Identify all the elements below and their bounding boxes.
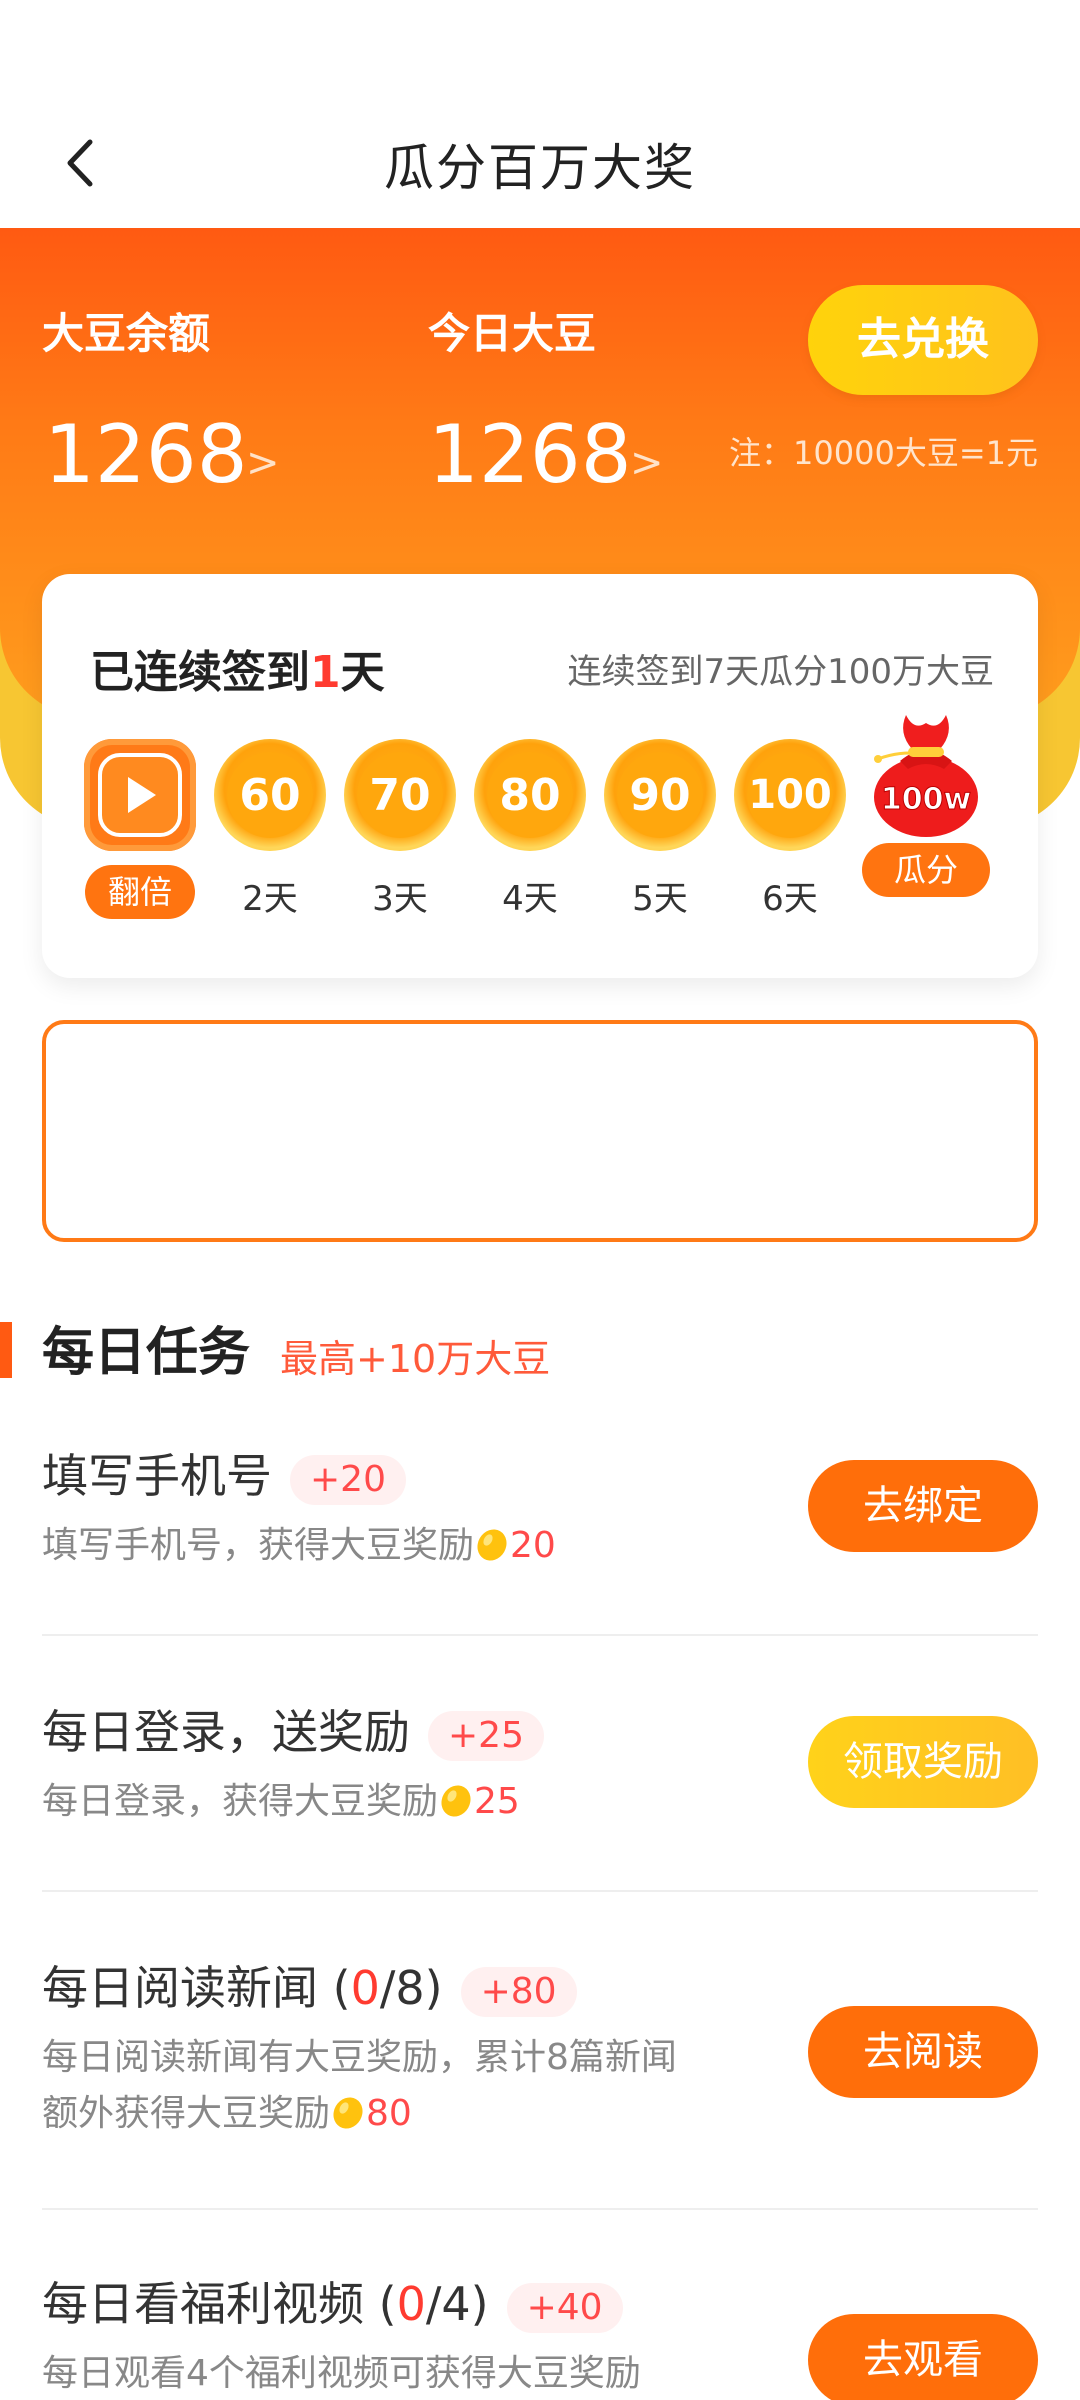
watch-video-button[interactable]: 去观看 — [808, 2314, 1038, 2400]
task-reward: 20 — [510, 1525, 556, 1566]
signin-day-5: 90 5天 — [604, 739, 716, 920]
task-item: 每日看福利视频 (0/4) +40 每日观看4个福利视频可获得大豆奖励 去观看 — [42, 2268, 1038, 2400]
coin-value: 90 — [629, 769, 691, 821]
tasks-heading: 每日任务 — [42, 1323, 251, 1383]
task-description-text: 额外获得大豆奖励 — [42, 2093, 331, 2134]
task-item: 填写手机号 +20 填写手机号，获得大豆奖励 20 去绑定 — [42, 1440, 1038, 1600]
tasks-subheading: 最高+10万大豆 — [280, 1337, 551, 1381]
coin-icon: 70 — [344, 739, 456, 851]
day-label: 4天 — [502, 879, 558, 919]
coin-icon: 80 — [474, 739, 586, 851]
task-progress: 0 — [396, 2277, 426, 2331]
signin-day-7[interactable]: 100w 瓜分 — [860, 715, 992, 897]
task-progress: 0 — [350, 1961, 380, 2015]
coin-value: 60 — [239, 769, 301, 821]
page-title: 瓜分百万大奖 — [384, 139, 696, 197]
balance-today-arrow[interactable]: > — [630, 440, 664, 486]
task-badge: +40 — [506, 2282, 623, 2333]
task-title-text: 每日登录，送奖励 — [42, 1705, 410, 1759]
exchange-button[interactable]: 去兑换 — [808, 285, 1038, 395]
signin-day-6: 100 6天 — [734, 739, 846, 920]
signin-title-suffix: 天 — [340, 647, 385, 698]
task-item: 每日阅读新闻 (0/8) +80 每日阅读新闻有大豆奖励，累计8篇新闻 额外获得大… — [42, 1952, 1038, 2152]
task-description-line2: 额外获得大豆奖励 80 — [42, 2086, 677, 2142]
divider — [42, 1890, 1038, 1892]
ad-banner[interactable] — [42, 1020, 1038, 1242]
balance-today-label: 今日大豆 — [428, 309, 597, 358]
double-label[interactable]: 翻倍 — [85, 865, 195, 919]
task-description: 每日登录，获得大豆奖励 25 — [42, 1774, 520, 1830]
divider — [42, 1634, 1038, 1636]
bind-phone-button[interactable]: 去绑定 — [808, 1460, 1038, 1552]
split-label[interactable]: 瓜分 — [862, 843, 990, 897]
section-accent-bar — [0, 1322, 12, 1378]
coin-value: 70 — [369, 769, 431, 821]
signin-day-double[interactable]: 翻倍 — [84, 739, 196, 919]
task-description: 每日观看4个福利视频可获得大豆奖励 — [42, 2353, 641, 2394]
task-title-suffix: /8) — [379, 1961, 443, 2015]
signin-day-4: 80 4天 — [474, 739, 586, 920]
task-title-suffix: /4) — [425, 2277, 489, 2331]
signin-title: 已连续签到1天 — [90, 636, 385, 700]
task-title-prefix: 每日看福利视频 ( — [42, 2277, 397, 2331]
signin-title-prefix: 已连续签到 — [90, 647, 310, 698]
day-label: 6天 — [762, 879, 818, 919]
coin-value: 100 — [748, 772, 832, 818]
coin-value: 80 — [499, 769, 561, 821]
bean-icon — [333, 2097, 363, 2129]
task-description-line: 每日阅读新闻有大豆奖励，累计8篇新闻 — [42, 2037, 677, 2078]
read-news-button[interactable]: 去阅读 — [808, 2006, 1038, 2098]
task-description-text: 填写手机号，获得大豆奖励 — [42, 1525, 475, 1566]
task-reward: 80 — [366, 2093, 412, 2134]
balance-today-value[interactable]: 1268 — [428, 408, 632, 501]
task-title-prefix: 每日阅读新闻 ( — [42, 1961, 351, 2015]
signin-hint: 连续签到7天瓜分100万大豆 — [567, 652, 994, 692]
coin-icon: 60 — [214, 739, 326, 851]
task-badge: +25 — [428, 1710, 544, 1761]
play-icon — [98, 753, 182, 837]
day-label: 2天 — [242, 879, 298, 919]
task-badge: +80 — [460, 1966, 577, 2017]
task-title: 每日登录，送奖励 +25 — [42, 1696, 544, 1762]
top-bar: 瓜分百万大奖 — [0, 0, 1080, 228]
coin-icon: 100 — [734, 739, 846, 851]
signin-day-2: 60 2天 — [214, 739, 326, 920]
task-item: 每日登录，送奖励 +25 每日登录，获得大豆奖励 25 领取奖励 — [42, 1696, 1038, 1856]
signin-day-3: 70 3天 — [344, 739, 456, 920]
task-title: 填写手机号 +20 — [42, 1440, 406, 1506]
task-description: 填写手机号，获得大豆奖励 20 — [42, 1518, 556, 1574]
play-video-tile[interactable] — [84, 739, 196, 851]
day-label: 3天 — [372, 879, 428, 919]
day-label: 5天 — [632, 879, 688, 919]
task-title: 每日阅读新闻 (0/8) +80 — [42, 1952, 577, 2018]
money-bag-text: 100w — [881, 782, 971, 817]
money-bag-icon: 100w — [870, 709, 982, 839]
task-badge: +20 — [290, 1454, 406, 1505]
exchange-rate-note: 注：10000大豆=1元 — [729, 434, 1038, 472]
task-title-text: 填写手机号 — [42, 1449, 272, 1503]
page: 瓜分百万大奖 大豆余额 1268 > 今日大豆 1268 > 去兑换 注：100… — [0, 0, 1080, 2400]
signin-card: 已连续签到1天 连续签到7天瓜分100万大豆 翻倍 60 2天 70 3天 80… — [42, 574, 1038, 978]
coin-icon: 90 — [604, 739, 716, 851]
bean-icon — [441, 1785, 471, 1817]
balance-total-arrow[interactable]: > — [246, 440, 280, 486]
divider — [42, 2208, 1038, 2210]
task-title: 每日看福利视频 (0/4) +40 — [42, 2268, 623, 2334]
task-description: 每日阅读新闻有大豆奖励，累计8篇新闻 额外获得大豆奖励 80 — [42, 2030, 677, 2142]
claim-reward-button[interactable]: 领取奖励 — [808, 1716, 1038, 1808]
signin-days-count: 1 — [310, 647, 341, 698]
balance-total-value[interactable]: 1268 — [44, 408, 248, 501]
balance-total-label: 大豆余额 — [42, 309, 211, 358]
bean-icon — [477, 1529, 507, 1561]
task-description-text: 每日登录，获得大豆奖励 — [42, 1781, 439, 1822]
task-reward: 25 — [474, 1781, 520, 1822]
